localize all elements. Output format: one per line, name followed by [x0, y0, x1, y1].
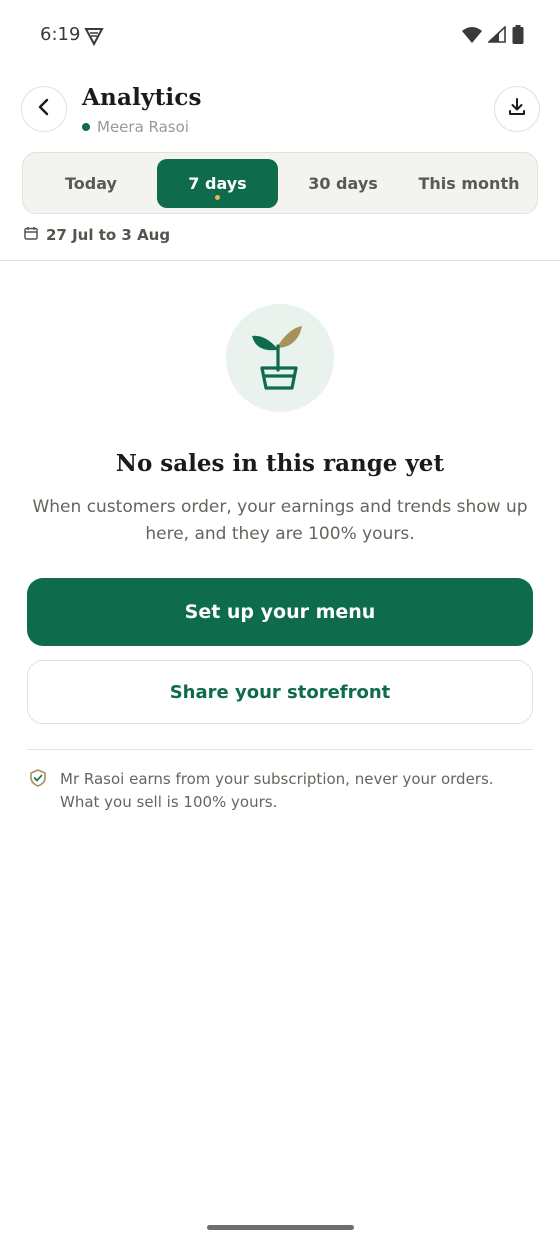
vpn-icon [84, 26, 104, 47]
active-indicator-dot [214, 195, 220, 200]
subscription-note: Mr Rasoi earns from your subscription, n… [30, 768, 530, 814]
share-storefront-label: Share your storefront [169, 681, 391, 703]
plant-illustration [226, 304, 334, 412]
tab-this-month[interactable]: This month [407, 159, 531, 208]
tab-today[interactable]: Today [31, 159, 151, 208]
empty-state-description: When customers order, your earnings and … [32, 497, 528, 544]
tab-30-days[interactable]: 30 days [283, 159, 403, 208]
download-button[interactable] [494, 86, 540, 132]
empty-state-title: No sales in this range yet [115, 450, 445, 477]
date-range-label: 27 Jul to 3 Aug [46, 226, 171, 244]
store-name: Meera Rasoi [82, 118, 189, 136]
calendar-icon [24, 226, 38, 244]
tab-label: 7 days [188, 174, 247, 193]
home-indicator[interactable] [207, 1225, 354, 1230]
tab-label: 30 days [308, 174, 378, 193]
signal-icon [486, 25, 506, 47]
status-icons [462, 25, 524, 48]
range-tabs: Today 7 days 30 days This month [22, 152, 538, 214]
set-up-menu-button[interactable]: Set up your menu [27, 578, 533, 646]
battery-icon [512, 25, 524, 48]
page-title: Analytics [82, 84, 202, 111]
plant-icon [250, 320, 310, 396]
back-arrow-icon [35, 98, 53, 120]
subscription-note-text: Mr Rasoi earns from your subscription, n… [60, 770, 494, 811]
status-time: 6:19 [40, 24, 81, 45]
tab-label: Today [65, 174, 117, 193]
divider [27, 749, 533, 750]
store-name-label: Meera Rasoi [97, 118, 189, 136]
download-icon [507, 97, 527, 121]
divider [0, 260, 560, 261]
tab-label: This month [418, 174, 520, 193]
status-bar: 6:19 [0, 0, 560, 72]
set-up-menu-label: Set up your menu [184, 601, 376, 623]
date-range: 27 Jul to 3 Aug [24, 226, 170, 244]
shield-check-icon [30, 769, 46, 814]
tab-7-days[interactable]: 7 days [157, 159, 278, 208]
status-dot [82, 123, 90, 131]
wifi-icon [462, 26, 482, 47]
header: Analytics Meera Rasoi [0, 84, 560, 136]
back-button[interactable] [21, 86, 67, 132]
share-storefront-button[interactable]: Share your storefront [27, 660, 533, 724]
